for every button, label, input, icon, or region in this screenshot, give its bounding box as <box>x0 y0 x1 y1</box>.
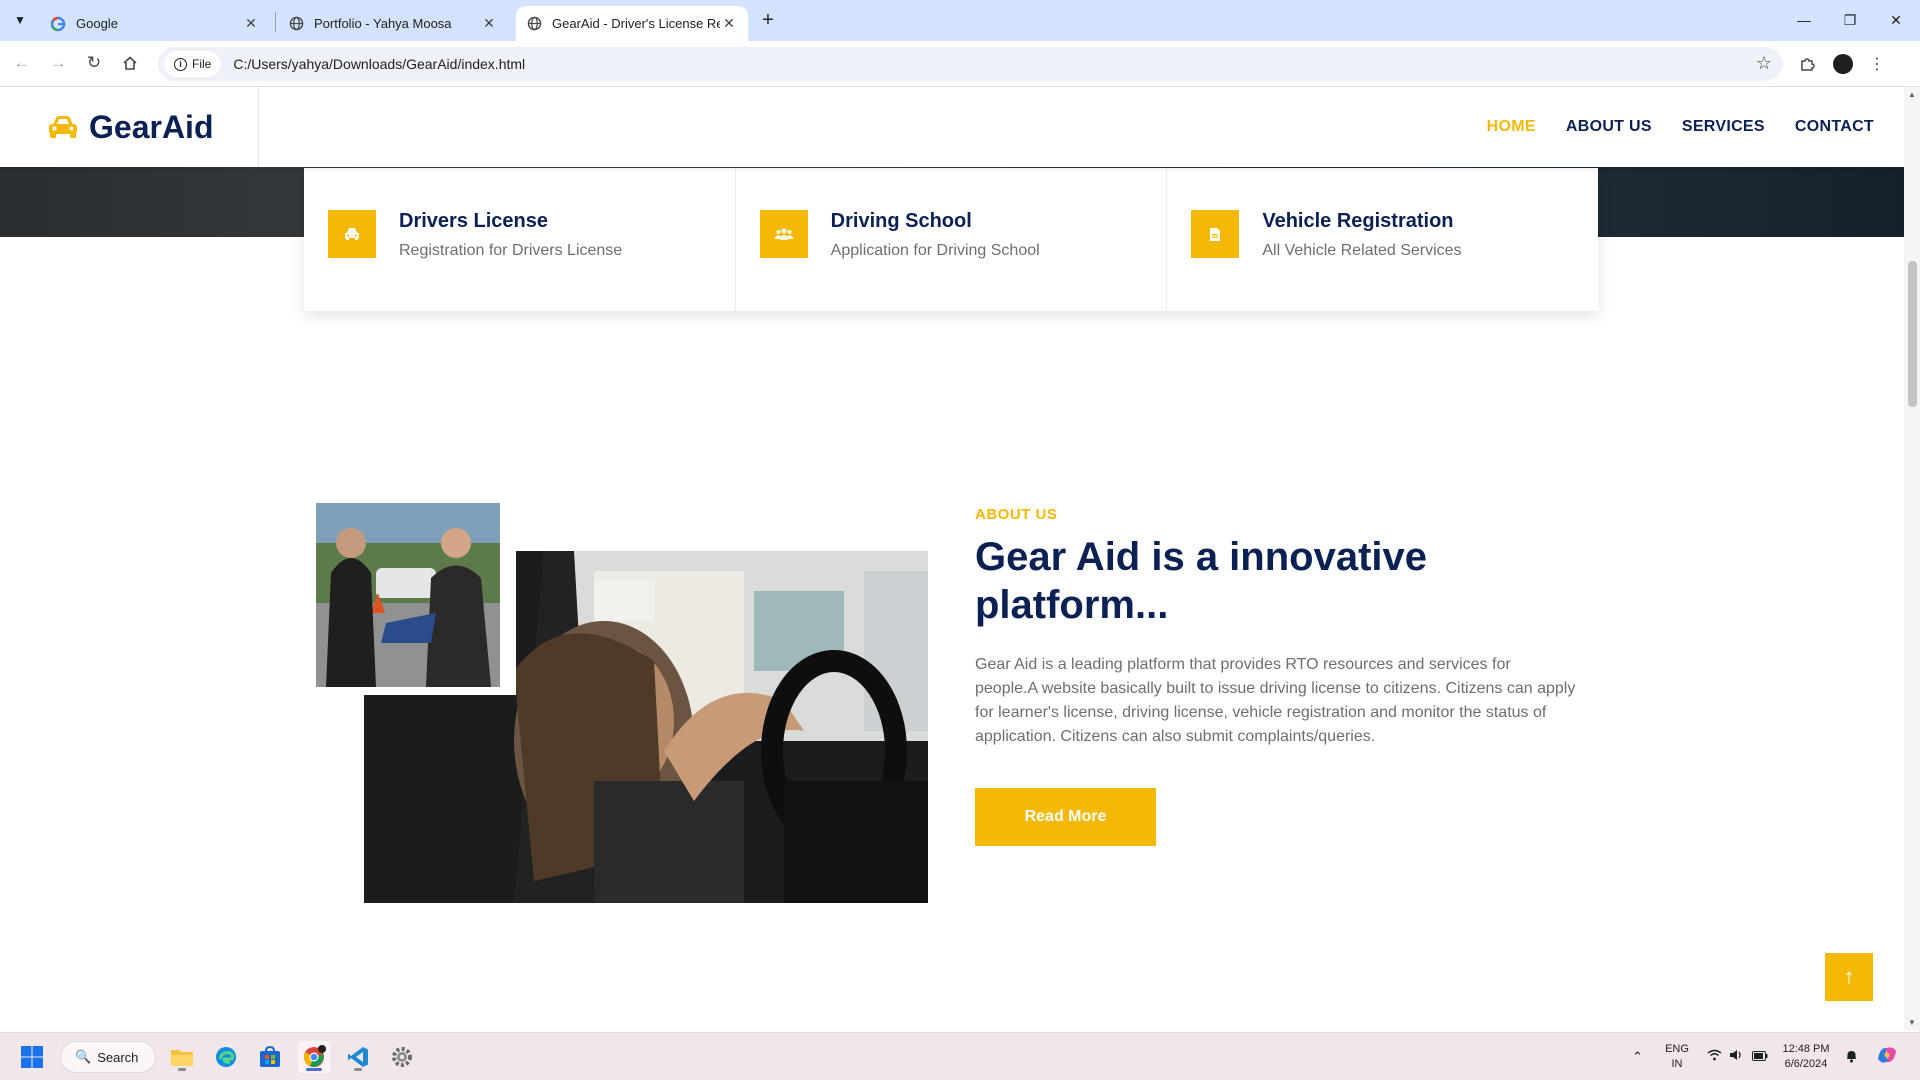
service-card-driving-school[interactable]: Driving School Application for Driving S… <box>735 168 1168 311</box>
service-cards: Drivers License Registration for Drivers… <box>304 168 1599 311</box>
service-title: Vehicle Registration <box>1262 210 1454 232</box>
vscode-icon[interactable] <box>342 1041 374 1073</box>
service-title: Drivers License <box>399 210 548 232</box>
nav-about-us[interactable]: ABOUT US <box>1566 118 1652 136</box>
restore-icon[interactable]: ❐ <box>1827 0 1873 40</box>
about-description: Gear Aid is a leading platform that prov… <box>975 656 1576 745</box>
store-icon[interactable] <box>254 1041 286 1073</box>
settings-gear-icon[interactable] <box>386 1041 418 1073</box>
car-icon <box>328 210 376 258</box>
clock[interactable]: 12:48 PM 6/6/2024 <box>1776 1042 1836 1072</box>
home-icon[interactable] <box>116 49 144 77</box>
copilot-icon[interactable] <box>1876 1045 1898 1068</box>
file-explorer-icon[interactable] <box>166 1041 198 1073</box>
about-heading: Gear Aid is a innovative platform... <box>975 535 1428 627</box>
menu-kebab-icon[interactable]: ⋮ <box>1864 51 1890 77</box>
close-icon[interactable]: ✕ <box>242 15 260 33</box>
about-eyebrow: ABOUT US <box>975 506 1058 523</box>
language-indicator[interactable]: ENG IN <box>1660 1042 1694 1072</box>
service-subtitle: Registration for Drivers License <box>399 242 623 259</box>
scroll-down-icon[interactable]: ▼ <box>1907 1018 1917 1028</box>
close-icon[interactable]: ✕ <box>480 15 498 33</box>
tab-separator <box>275 12 276 32</box>
forward-icon[interactable]: → <box>44 49 72 77</box>
close-window-icon[interactable]: ✕ <box>1873 0 1919 40</box>
back-to-top-button[interactable]: ↑ <box>1825 953 1873 1001</box>
region-code: IN <box>1671 1058 1683 1070</box>
nav-contact[interactable]: CONTACT <box>1795 118 1874 136</box>
chevron-up-icon[interactable]: ⌃ <box>1632 1049 1643 1065</box>
service-title: Driving School <box>830 210 972 232</box>
tab-google[interactable]: Google ✕ <box>40 6 270 41</box>
address-bar[interactable]: i File C:/Users/yahya/Downloads/GearAid/… <box>158 47 1782 81</box>
windows-start-icon[interactable] <box>16 1041 48 1073</box>
scroll-thumb[interactable] <box>1908 261 1917 407</box>
tab-title: GearAid - Driver's License Regi <box>552 16 720 31</box>
extensions-icon[interactable] <box>1794 51 1820 77</box>
about-image-instructor <box>316 503 500 687</box>
edge-icon[interactable] <box>210 1041 242 1073</box>
new-tab-icon[interactable]: + <box>756 8 780 32</box>
tab-title: Google <box>76 16 118 31</box>
page-viewport: GearAid HOME ABOUT US SERVICES CONTACT D… <box>0 87 1904 1031</box>
service-subtitle: All Vehicle Related Services <box>1262 242 1462 259</box>
document-icon <box>1191 210 1240 258</box>
service-subtitle: Application for Driving School <box>830 242 1040 259</box>
bookmark-star-icon[interactable]: ☆ <box>1756 53 1772 74</box>
car-icon <box>49 116 77 138</box>
minimize-icon[interactable]: — <box>1781 0 1827 40</box>
chrome-icon[interactable] <box>298 1041 330 1073</box>
tab-search-dropdown-icon[interactable]: ▼ <box>8 8 32 32</box>
url-text[interactable]: C:/Users/yahya/Downloads/GearAid/index.h… <box>233 56 525 72</box>
site-info-chip[interactable]: i File <box>164 51 222 77</box>
nav-home[interactable]: HOME <box>1487 118 1536 136</box>
info-icon: i <box>174 57 187 71</box>
service-card-vehicle-registration[interactable]: Vehicle Registration All Vehicle Related… <box>1167 168 1599 311</box>
main-nav: HOME ABOUT US SERVICES CONTACT <box>1457 87 1874 167</box>
site-chip-label: File <box>192 57 212 71</box>
service-card-drivers-license[interactable]: Drivers License Registration for Drivers… <box>304 168 736 311</box>
nav-services[interactable]: SERVICES <box>1682 118 1765 136</box>
notification-bell-icon[interactable] <box>1845 1049 1858 1066</box>
read-more-button[interactable]: Read More <box>975 788 1156 846</box>
language-code: ENG <box>1665 1043 1689 1055</box>
tab-portfolio[interactable]: Portfolio - Yahya Moosa ✕ <box>278 6 508 41</box>
reload-icon[interactable]: ↻ <box>80 49 108 77</box>
globe-icon <box>288 16 304 32</box>
volume-icon[interactable] <box>1729 1049 1743 1064</box>
search-label: Search <box>97 1049 139 1065</box>
globe-icon <box>526 16 542 32</box>
site-header: GearAid HOME ABOUT US SERVICES CONTACT <box>0 87 1904 167</box>
browser-tab-bar: ▼ Google ✕ Portfolio - Yahya Moosa ✕ Gea… <box>0 0 1920 41</box>
clock-date: 6/6/2024 <box>1784 1058 1828 1070</box>
windows-taskbar: 🔍 Search ⌃ ENG IN 12:48 PM 6/6/2024 <box>0 1032 1920 1080</box>
tab-title: Portfolio - Yahya Moosa <box>314 16 452 31</box>
google-icon <box>50 16 66 32</box>
wifi-icon[interactable] <box>1707 1049 1722 1064</box>
profile-avatar[interactable] <box>1830 51 1856 77</box>
tab-gearaid[interactable]: GearAid - Driver's License Regi ✕ <box>516 6 748 41</box>
back-icon[interactable]: ← <box>8 49 36 77</box>
users-icon <box>759 210 808 258</box>
taskbar-search[interactable]: 🔍 Search <box>60 1041 156 1073</box>
close-icon[interactable]: ✕ <box>720 15 738 33</box>
search-icon: 🔍 <box>75 1049 92 1064</box>
brand-name: GearAid <box>89 108 214 145</box>
browser-toolbar: ← → ↻ i File C:/Users/yahya/Downloads/Ge… <box>0 41 1920 87</box>
arrow-up-icon: ↑ <box>1843 964 1855 989</box>
page-scrollbar[interactable]: ▲ ▼ <box>1904 87 1920 1031</box>
brand-logo[interactable]: GearAid <box>0 87 259 167</box>
battery-icon[interactable] <box>1752 1049 1768 1064</box>
scroll-up-icon[interactable]: ▲ <box>1907 90 1917 100</box>
clock-time: 12:48 PM <box>1782 1043 1830 1055</box>
